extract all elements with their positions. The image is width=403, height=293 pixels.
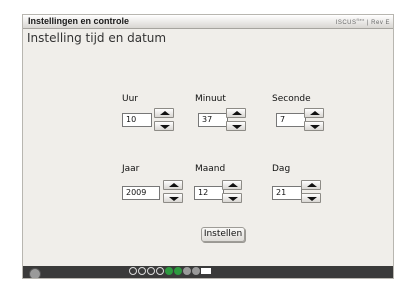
seconde-increment-button[interactable]: [304, 108, 324, 118]
input-maand[interactable]: 12: [194, 186, 224, 200]
status-circle-icon: [129, 267, 137, 275]
label-dag: Dag: [272, 164, 291, 174]
arrow-down-icon: [232, 125, 242, 129]
title-bar: Instellingen en controle ISCUSflex | Rev…: [23, 15, 393, 29]
arrow-up-icon: [232, 111, 242, 115]
arrow-down-icon: [307, 197, 317, 201]
brand-suffix: flex: [356, 17, 365, 22]
minuut-decrement-button[interactable]: [226, 121, 246, 131]
jaar-decrement-button[interactable]: [163, 193, 183, 203]
arrow-up-icon: [310, 111, 320, 115]
label-jaar: Jaar: [122, 164, 140, 174]
status-circle-icon: [147, 267, 155, 275]
status-idle-icon: [183, 267, 191, 275]
brand-logo: ISCUSflex | Rev E: [335, 17, 390, 26]
seconde-decrement-button[interactable]: [304, 121, 324, 131]
label-minuut: Minuut: [195, 94, 226, 104]
jaar-increment-button[interactable]: [163, 180, 183, 190]
minuut-increment-button[interactable]: [226, 108, 246, 118]
arrow-down-icon: [310, 125, 320, 129]
taskbar: [23, 266, 393, 278]
label-uur: Uur: [122, 94, 138, 104]
uur-decrement-button[interactable]: [154, 121, 174, 131]
arrow-up-icon: [307, 183, 317, 187]
label-maand: Maand: [195, 164, 226, 174]
arrow-up-icon: [169, 183, 179, 187]
start-icon[interactable]: [29, 268, 41, 278]
status-indicators: [129, 267, 211, 275]
input-dag[interactable]: 21: [272, 186, 302, 200]
uur-increment-button[interactable]: [154, 108, 174, 118]
brand-name: ISCUS: [335, 20, 357, 26]
status-ok-icon: [174, 267, 182, 275]
status-ok-icon: [165, 267, 173, 275]
status-circle-icon: [156, 267, 164, 275]
arrow-up-icon: [228, 183, 238, 187]
page-title: Instelling tijd en datum: [27, 31, 167, 45]
arrow-down-icon: [169, 197, 179, 201]
window-title: Instellingen en controle: [28, 16, 130, 26]
maand-decrement-button[interactable]: [222, 193, 242, 203]
arrow-down-icon: [228, 197, 238, 201]
arrow-up-icon: [160, 111, 170, 115]
maand-increment-button[interactable]: [222, 180, 242, 190]
set-button[interactable]: Instellen: [201, 227, 245, 242]
input-seconde[interactable]: 7: [276, 113, 306, 127]
dag-increment-button[interactable]: [301, 180, 321, 190]
brand-rev: Rev E: [371, 20, 390, 26]
input-minuut[interactable]: 37: [198, 113, 228, 127]
arrow-down-icon: [160, 125, 170, 129]
dag-decrement-button[interactable]: [301, 193, 321, 203]
label-seconde: Seconde: [272, 94, 311, 104]
settings-window: Instellingen en controle ISCUSflex | Rev…: [22, 14, 394, 279]
input-uur[interactable]: 10: [122, 113, 152, 127]
status-bar-icon: [201, 268, 211, 274]
status-idle-icon: [192, 267, 200, 275]
status-circle-icon: [138, 267, 146, 275]
input-jaar[interactable]: 2009: [122, 186, 160, 200]
